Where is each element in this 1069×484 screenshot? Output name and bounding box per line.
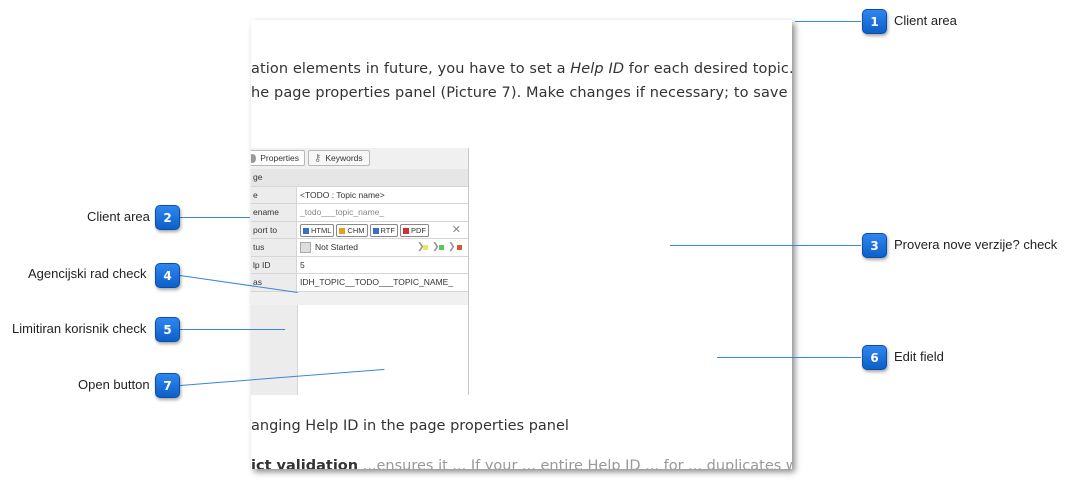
page-properties-panel: Properties ⚷ Keywords ge e <TODO : Topic… bbox=[251, 148, 469, 395]
export-rtf-button[interactable]: RTF bbox=[369, 223, 398, 237]
tab-keywords[interactable]: ⚷ Keywords bbox=[308, 150, 370, 166]
gear-icon bbox=[251, 153, 257, 163]
status-dot-red[interactable] bbox=[457, 245, 462, 250]
row-status[interactable]: tus Not Started ❯ ❯ ❯ bbox=[251, 239, 468, 257]
callout-label-6: Edit field bbox=[894, 349, 944, 364]
callout-badge-1: 1 bbox=[862, 9, 887, 34]
chm-icon bbox=[339, 227, 346, 234]
properties-grid: ge e <TODO : Topic name> ename _todo___t… bbox=[251, 169, 468, 292]
callout-badge-2: 2 bbox=[155, 205, 180, 230]
body-text-line-1: ation elements in future, you have to se… bbox=[251, 61, 792, 77]
leader-line-1 bbox=[795, 21, 861, 22]
body-text-line-3: ict validation ...ensures it ... If your… bbox=[251, 458, 792, 469]
callout-badge-5: 5 bbox=[155, 317, 180, 342]
callout-badge-6: 6 bbox=[862, 345, 887, 370]
row-alias[interactable]: as IDH_TOPIC__TODO___TOPIC_NAME_ bbox=[251, 274, 468, 292]
rtf-icon bbox=[372, 227, 379, 234]
body-text-line-2: he page properties panel (Picture 7). Ma… bbox=[251, 85, 792, 101]
row-topic-name[interactable]: e <TODO : Topic name> bbox=[251, 186, 468, 204]
leader-line-2 bbox=[180, 217, 250, 218]
key-icon: ⚷ bbox=[314, 152, 322, 164]
chevron-right-icon: ❯ bbox=[448, 241, 456, 251]
tab-properties[interactable]: Properties bbox=[251, 150, 305, 166]
callout-label-5: Limitiran korisnik check bbox=[12, 321, 147, 336]
status-dot-yellow[interactable] bbox=[423, 245, 428, 250]
callout-badge-7: 7 bbox=[155, 373, 180, 398]
callout-label-7: Open button bbox=[78, 377, 150, 392]
section-header: ge bbox=[251, 169, 468, 187]
export-pdf-button[interactable]: PDF bbox=[399, 223, 429, 237]
pdf-icon bbox=[402, 227, 409, 234]
callout-label-1: Client area bbox=[894, 13, 957, 28]
export-chm-button[interactable]: CHM bbox=[336, 223, 368, 237]
callout-badge-4: 4 bbox=[155, 263, 180, 288]
leader-line-3 bbox=[670, 245, 861, 246]
html-icon bbox=[303, 227, 309, 234]
panel-empty-area bbox=[251, 305, 468, 395]
callout-label-3: Provera nove verzije? check bbox=[894, 237, 1058, 252]
row-filename[interactable]: ename _todo___topic_name_ bbox=[251, 204, 468, 222]
callout-label-2: Client area bbox=[87, 209, 150, 224]
export-html-button[interactable]: HTML bbox=[300, 223, 335, 237]
callout-badge-3: 3 bbox=[862, 233, 887, 258]
row-export-to: port to HTML CHM RTF PDF ✕ bbox=[251, 221, 468, 239]
figure-caption: anging Help ID in the page properties pa… bbox=[251, 418, 569, 434]
status-dot-green[interactable] bbox=[439, 245, 444, 250]
callout-label-4: Agencijski rad check bbox=[28, 266, 147, 281]
leader-line-5 bbox=[180, 329, 285, 330]
status-checkbox[interactable] bbox=[300, 242, 311, 254]
panel-tabs: Properties ⚷ Keywords bbox=[251, 148, 468, 169]
leader-line-6 bbox=[717, 357, 861, 358]
close-icon[interactable]: ✕ bbox=[452, 223, 461, 236]
row-help-id[interactable]: lp ID 5 bbox=[251, 256, 468, 274]
